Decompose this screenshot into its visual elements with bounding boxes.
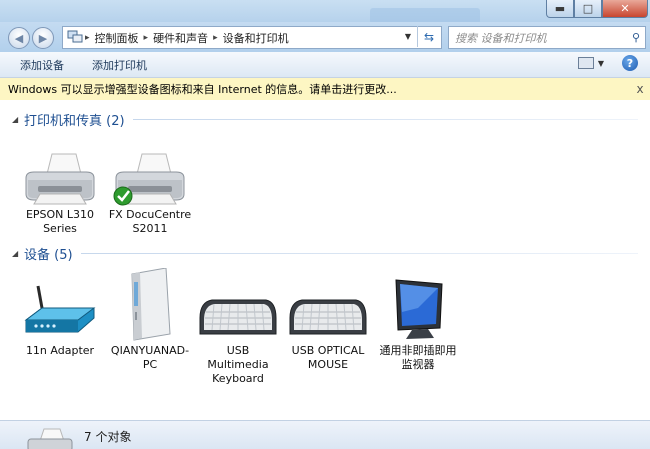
refresh-icon: ⇆	[423, 29, 435, 44]
title-bar: ▬ □ ✕	[0, 0, 650, 24]
back-arrow-icon: ◀	[14, 31, 24, 45]
window-controls: ▬ □ ✕	[546, 0, 648, 18]
help-button[interactable]: ?	[622, 55, 638, 71]
keyboard-icon	[199, 299, 277, 335]
toolbar-right: ▼ ?	[577, 55, 638, 71]
search-icon[interactable]: ⚲	[627, 31, 645, 44]
address-row: ◀ ▶ ▸ 控制面板 ▸ 硬件和声音 ▸ 设备和打印机 ▼ ⇆ 搜索 设备和打印…	[0, 22, 650, 52]
printer-icon	[25, 153, 95, 205]
breadcrumb-separator[interactable]: ▸	[85, 33, 90, 43]
maximize-button[interactable]: □	[574, 0, 602, 18]
device-label: 11n Adapter	[25, 344, 95, 357]
breadcrumb-separator[interactable]: ▸	[213, 33, 218, 43]
group-divider	[80, 253, 638, 254]
command-bar: 添加设备 添加打印机 ▼ ?	[0, 52, 650, 78]
search-input[interactable]: 搜索 设备和打印机 ⚲	[448, 26, 646, 49]
group-divider	[132, 119, 638, 120]
breadcrumb-hardware-sound[interactable]: 硬件和声音	[153, 30, 208, 46]
close-button[interactable]: ✕	[602, 0, 648, 18]
device-item-usb-keyboard[interactable]: USB Multimedia Keyboard	[195, 268, 281, 386]
breadcrumb-devices-printers[interactable]: 设备和打印机	[223, 30, 289, 46]
status-bar: 7 个对象	[0, 420, 650, 449]
default-check-icon	[113, 186, 133, 206]
device-item-11n-adapter[interactable]: 11n Adapter	[17, 268, 103, 358]
minimize-button[interactable]: ▬	[546, 0, 574, 18]
devices-view: ◢ 打印机和传真 (2) EPSON L310 Series FX DocuCe…	[0, 100, 650, 420]
printer-icon	[113, 153, 185, 206]
keyboard-icon	[289, 299, 367, 335]
device-label: EPSON L310 Series	[25, 208, 95, 235]
device-label: QIANYUANAD- PC	[110, 344, 190, 371]
collapse-triangle-icon[interactable]: ◢	[12, 115, 24, 124]
chevron-down-icon: ▼	[404, 32, 412, 41]
device-item-epson-printer[interactable]: EPSON L310 Series	[17, 150, 103, 236]
printer-icon	[27, 428, 73, 449]
router-icon	[24, 285, 96, 333]
control-panel-icon	[67, 29, 83, 46]
info-bar-close-button[interactable]: x	[630, 82, 650, 96]
group-header-devices[interactable]: ◢ 设备 (5)	[12, 244, 638, 263]
device-item-fx-printer[interactable]: FX DocuCentre S2011	[107, 150, 193, 236]
monitor-icon	[395, 279, 443, 339]
device-label: FX DocuCentre S2011	[108, 208, 192, 235]
refresh-button[interactable]: ⇆	[417, 26, 440, 47]
view-dropdown-icon[interactable]: ▼	[598, 59, 604, 68]
address-bar[interactable]: ▸ 控制面板 ▸ 硬件和声音 ▸ 设备和打印机	[62, 26, 442, 49]
device-item-monitor[interactable]: 通用非即插即用 监视器	[375, 268, 461, 372]
add-device-button[interactable]: 添加设备	[12, 57, 72, 73]
view-icon[interactable]	[577, 57, 594, 69]
item-count: 7 个对象	[84, 430, 132, 444]
info-bar[interactable]: Windows 可以显示增强型设备图标和来自 Internet 的信息。请单击进…	[0, 78, 650, 101]
forward-button[interactable]: ▶	[32, 27, 54, 49]
device-item-computer[interactable]: QIANYUANAD- PC	[107, 268, 193, 372]
back-button[interactable]: ◀	[8, 27, 30, 49]
add-printer-button[interactable]: 添加打印机	[84, 57, 155, 73]
forward-arrow-icon: ▶	[38, 31, 48, 45]
group-title-devices: 设备 (5)	[24, 248, 73, 263]
device-label: USB OPTICAL MOUSE	[291, 344, 365, 371]
search-placeholder: 搜索 设备和打印机	[455, 31, 547, 45]
computer-tower-icon	[131, 268, 171, 341]
collapse-triangle-icon[interactable]: ◢	[12, 249, 24, 258]
breadcrumb-control-panel[interactable]: 控制面板	[95, 30, 139, 46]
group-header-printers[interactable]: ◢ 打印机和传真 (2)	[12, 110, 638, 129]
address-dropdown-button[interactable]: ▼	[400, 26, 416, 47]
device-label: 通用非即插即用 监视器	[379, 344, 457, 371]
device-item-usb-mouse[interactable]: USB OPTICAL MOUSE	[285, 268, 371, 372]
info-bar-message[interactable]: Windows 可以显示增强型设备图标和来自 Internet 的信息。请单击进…	[8, 81, 630, 97]
device-label: USB Multimedia Keyboard	[207, 344, 269, 385]
breadcrumb-separator[interactable]: ▸	[144, 33, 149, 43]
group-title-printers: 打印机和传真 (2)	[24, 114, 125, 129]
